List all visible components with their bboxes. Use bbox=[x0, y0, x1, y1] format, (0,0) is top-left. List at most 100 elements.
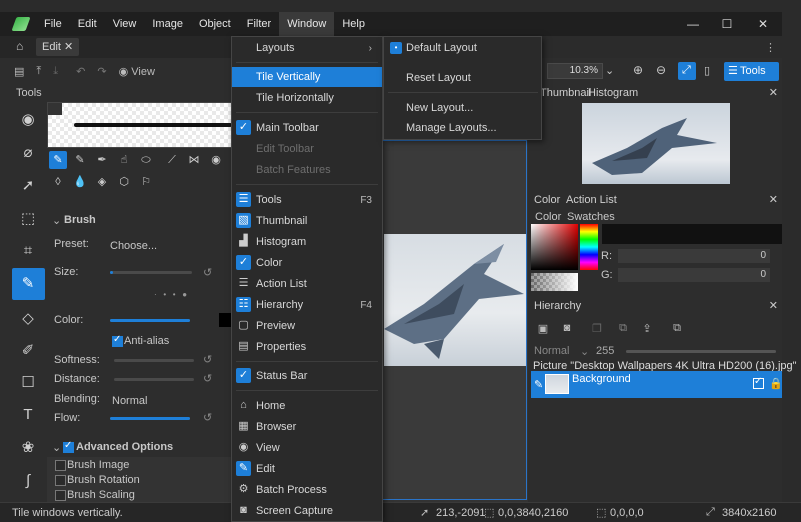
zoom-dropdown-icon[interactable]: ⌄ bbox=[605, 64, 614, 77]
tab-color[interactable]: Color bbox=[534, 194, 560, 206]
erase-mode-icon[interactable]: ◈ bbox=[94, 174, 110, 190]
menu-item-edit[interactable]: ✎ Edit bbox=[232, 459, 382, 479]
opacity-value[interactable]: 255 bbox=[596, 345, 614, 357]
effects-tool-icon[interactable]: ❀ bbox=[18, 438, 38, 458]
submenu-new-layout[interactable]: New Layout... bbox=[384, 98, 541, 118]
submenu-default-layout[interactable]: • Default Layout bbox=[384, 38, 541, 58]
menu-file[interactable]: File bbox=[36, 12, 70, 36]
shape-tool-icon[interactable]: ☐ bbox=[18, 373, 38, 393]
alpha-slider[interactable] bbox=[531, 273, 578, 291]
sharpen-mode-icon[interactable]: ⟋ bbox=[164, 152, 180, 168]
menu-item-browser[interactable]: ▦ Browser bbox=[232, 417, 382, 437]
menu-item-action-list[interactable]: ☰ Action List bbox=[232, 274, 382, 294]
hue-slider[interactable] bbox=[580, 224, 598, 270]
tab-edit[interactable]: Edit ✕ bbox=[36, 38, 80, 56]
tab-action-list[interactable]: Action List bbox=[566, 194, 617, 206]
advanced-options-checkbox[interactable] bbox=[63, 440, 74, 453]
home-icon[interactable]: ⌂ bbox=[16, 39, 23, 53]
actual-size-icon[interactable]: ▯ bbox=[704, 64, 710, 77]
stretch-mode-icon[interactable]: ⋈ bbox=[186, 152, 202, 168]
menu-object[interactable]: Object bbox=[191, 12, 239, 36]
menu-item-home[interactable]: ⌂ Home bbox=[232, 396, 382, 416]
open-icon[interactable]: ▤ bbox=[14, 65, 24, 78]
menu-view[interactable]: View bbox=[105, 12, 145, 36]
close-thumbnail-icon[interactable]: ✕ bbox=[769, 86, 778, 99]
menu-item-preview[interactable]: ▢ Preview bbox=[232, 316, 382, 336]
color-gradient-picker[interactable] bbox=[531, 224, 578, 270]
redo-icon[interactable]: ↷ bbox=[97, 65, 106, 78]
distance-slider[interactable] bbox=[114, 378, 194, 381]
zoom-field[interactable]: 10.3% bbox=[547, 63, 603, 79]
tools-toggle-button[interactable]: ☰ Tools bbox=[724, 62, 779, 81]
download-icon[interactable]: ⤓ bbox=[53, 65, 58, 78]
menu-help[interactable]: Help bbox=[334, 12, 373, 36]
export-layer-icon[interactable]: ⇪ bbox=[640, 322, 654, 336]
subtab-swatches[interactable]: Swatches bbox=[567, 211, 615, 223]
submenu-manage-layouts[interactable]: Manage Layouts... bbox=[384, 118, 541, 138]
blending-select[interactable]: Normal bbox=[112, 395, 147, 407]
canvas-image[interactable] bbox=[384, 234, 526, 366]
close-tab-icon[interactable]: ✕ bbox=[64, 41, 73, 53]
layer-name[interactable]: Background bbox=[572, 373, 631, 385]
stamp-mode-icon[interactable]: ⬡ bbox=[116, 174, 132, 190]
menu-window[interactable]: Window bbox=[279, 12, 335, 36]
close-color-icon[interactable]: ✕ bbox=[769, 193, 778, 206]
undo-icon[interactable]: ↶ bbox=[76, 65, 85, 78]
menu-item-view[interactable]: ◉ View bbox=[232, 438, 382, 458]
close-button[interactable]: ✕ bbox=[746, 12, 780, 36]
size-presets[interactable]: · • • ● bbox=[154, 290, 187, 299]
menu-item-batch-process[interactable]: ⚙ Batch Process bbox=[232, 480, 382, 500]
menu-item-hierarchy[interactable]: ☷ Hierarchy F4 bbox=[232, 295, 382, 315]
brush-section-chevron-icon[interactable]: ⌄ bbox=[52, 214, 61, 227]
submenu-reset-layout[interactable]: Reset Layout bbox=[384, 68, 541, 88]
view-mode-icon[interactable]: ◉ bbox=[208, 152, 224, 168]
size-reset-icon[interactable]: ↺ bbox=[203, 266, 212, 279]
subtab-color[interactable]: Color bbox=[535, 211, 561, 223]
thumbnail-image[interactable] bbox=[582, 103, 730, 184]
airbrush-mode-icon[interactable]: ✒ bbox=[94, 152, 110, 168]
distance-reset-icon[interactable]: ↺ bbox=[203, 372, 212, 385]
eye-tool-icon[interactable]: ◉ bbox=[18, 110, 38, 130]
zoom-out-icon[interactable]: ⊖ bbox=[656, 63, 666, 77]
menu-item-color[interactable]: ✓ Color bbox=[232, 253, 382, 273]
pencil-mode-icon[interactable]: ✎ bbox=[72, 152, 88, 168]
maximize-button[interactable]: ☐ bbox=[710, 12, 744, 36]
copy-layer-icon[interactable]: ⧉ bbox=[670, 322, 684, 336]
fit-window-button[interactable]: ⤢ bbox=[678, 62, 696, 80]
r-value-field[interactable]: 0 bbox=[618, 249, 770, 263]
camera-icon[interactable]: ◙ bbox=[560, 322, 574, 336]
more-options-icon[interactable]: ⋮ bbox=[765, 41, 776, 54]
tab-histogram[interactable]: Histogram bbox=[588, 87, 638, 99]
menu-item-status-bar[interactable]: ✓ Status Bar bbox=[232, 366, 382, 386]
preview-options-icon[interactable] bbox=[48, 103, 62, 115]
mask-mode-icon[interactable]: ⚐ bbox=[138, 174, 154, 190]
menu-item-layouts[interactable]: Layouts › bbox=[232, 38, 382, 58]
brush-image-checkbox[interactable] bbox=[55, 460, 66, 471]
menu-image[interactable]: Image bbox=[144, 12, 191, 36]
eraser-tool-icon[interactable]: ◇ bbox=[18, 309, 38, 329]
drop-icon[interactable]: 💧 bbox=[72, 174, 88, 190]
menu-item-tools[interactable]: ☰ Tools F3 bbox=[232, 190, 382, 210]
text-tool-icon[interactable]: T bbox=[18, 405, 38, 425]
close-hierarchy-icon[interactable]: ✕ bbox=[769, 299, 778, 312]
advanced-chevron-icon[interactable]: ⌄ bbox=[52, 441, 61, 454]
menu-item-main-toolbar[interactable]: ✓ Main Toolbar bbox=[232, 118, 382, 138]
blend-mode-select[interactable]: Normal bbox=[534, 345, 569, 357]
tab-thumbnail[interactable]: Thumbnail bbox=[540, 87, 591, 99]
blur-mode-icon[interactable]: ⬭ bbox=[138, 152, 154, 168]
dropper-icon[interactable]: ◊ bbox=[50, 174, 66, 190]
menu-item-tile-vertically[interactable]: Tile Vertically bbox=[232, 67, 382, 87]
g-value-field[interactable]: 0 bbox=[618, 268, 770, 282]
brush-rotation-checkbox[interactable] bbox=[55, 475, 66, 486]
minimize-button[interactable]: — bbox=[676, 12, 710, 36]
view-toggle[interactable]: ◉ View bbox=[119, 65, 155, 78]
crop-tool-icon[interactable]: ⌗ bbox=[18, 241, 38, 261]
paperclip-tool-icon[interactable]: ⌀ bbox=[18, 143, 38, 163]
layer-visible-checkbox[interactable] bbox=[753, 376, 764, 389]
opacity-slider[interactable] bbox=[626, 350, 776, 353]
pointer-tool-icon[interactable]: ➚ bbox=[18, 176, 38, 196]
upload-icon[interactable]: ⤒ bbox=[36, 65, 41, 78]
marquee-tool-icon[interactable]: ⬚ bbox=[18, 209, 38, 229]
merge-icon[interactable]: ⧉ bbox=[616, 322, 630, 336]
new-layer-icon[interactable]: ▣ bbox=[536, 322, 550, 336]
